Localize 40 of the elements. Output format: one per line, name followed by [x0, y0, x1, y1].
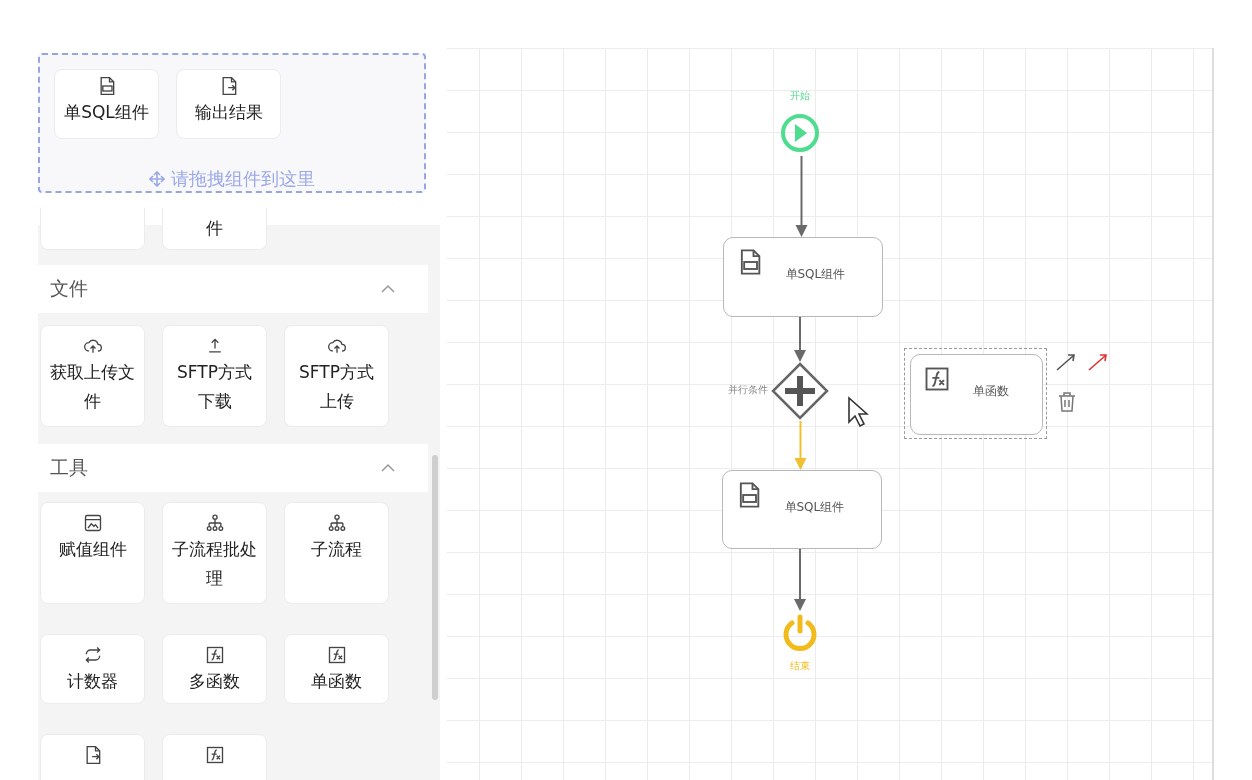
section-header[interactable]: 文件: [38, 265, 428, 313]
function-icon: [204, 745, 225, 765]
component-card[interactable]: SFTP方式下载: [162, 325, 267, 427]
node-label: 单SQL组件: [784, 498, 845, 516]
component-card[interactable]: 多函数: [162, 634, 267, 704]
node-label: 结束: [790, 659, 810, 673]
move-icon: [149, 171, 165, 187]
image-icon: [82, 513, 103, 533]
connector-arrow[interactable]: [795, 155, 808, 237]
scrollbar[interactable]: [432, 455, 438, 700]
component-card[interactable]: 子流程: [284, 502, 389, 604]
component-card[interactable]: 计数器: [40, 634, 145, 704]
component-card[interactable]: 赋值组件: [40, 502, 145, 604]
start-node[interactable]: [778, 111, 822, 155]
section-header[interactable]: 工具: [38, 444, 428, 492]
component-card[interactable]: 单函数: [284, 634, 389, 704]
connector-arrow[interactable]: [794, 314, 806, 362]
component-card[interactable]: 输出结果: [176, 69, 281, 139]
function-icon: [326, 645, 347, 665]
drop-hint: 请拖拽组件到这里: [171, 167, 315, 191]
task-node[interactable]: 单函数: [903, 347, 1047, 439]
flow-canvas[interactable]: 开始 单SQL组件 并行条件 单SQL组件 结束 单函数: [447, 48, 1214, 780]
component-card[interactable]: 获取上传文件: [40, 325, 145, 427]
node-label: 单SQL组件: [785, 265, 846, 283]
cursor-icon: [847, 396, 869, 428]
section-title: 文件: [50, 276, 88, 301]
component-card[interactable]: 子流程批处理: [162, 502, 267, 604]
node-label: 开始: [790, 89, 810, 103]
function-icon: [204, 645, 225, 665]
component-card[interactable]: SFTP方式上传: [284, 325, 389, 427]
gateway-node[interactable]: [771, 362, 829, 420]
section-title: 工具: [50, 455, 88, 480]
hierarchy-icon: [204, 513, 225, 533]
node-label: 单函数: [972, 382, 1009, 400]
hierarchy-icon: [326, 513, 347, 533]
drop-zone[interactable]: 单SQL组件 输出结果 请拖拽组件到这里: [38, 53, 426, 193]
component-card[interactable]: 件: [162, 208, 267, 250]
node-label: 并行条件: [728, 383, 768, 397]
component-card[interactable]: 单SQL组件: [54, 69, 159, 139]
connector-arrow[interactable]: [794, 546, 806, 611]
